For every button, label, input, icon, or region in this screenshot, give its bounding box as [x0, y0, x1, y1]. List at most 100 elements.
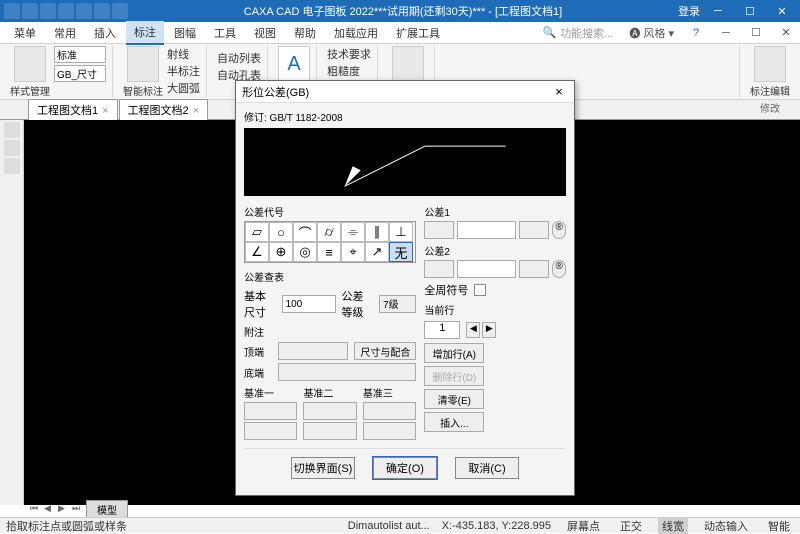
- dialog-close-icon[interactable]: ×: [550, 84, 568, 99]
- qat-icon[interactable]: [40, 3, 56, 19]
- symbol-cell[interactable]: ⌒: [293, 222, 317, 242]
- datum-input[interactable]: [363, 402, 416, 420]
- prev-line-icon[interactable]: ◀: [466, 322, 480, 338]
- allround-checkbox[interactable]: [474, 284, 486, 296]
- grade-select[interactable]: 7级: [379, 295, 416, 313]
- text-icon[interactable]: A: [278, 46, 310, 82]
- curline-input[interactable]: 1: [424, 321, 460, 339]
- ribbon-item[interactable]: 技术要求: [327, 46, 371, 62]
- tol2-prefix[interactable]: [424, 260, 454, 278]
- menu-item[interactable]: 图幅: [166, 22, 204, 44]
- ribbon-item[interactable]: 大圆弧: [167, 80, 200, 96]
- next-line-icon[interactable]: ▶: [482, 322, 496, 338]
- style-manager-icon[interactable]: [14, 46, 46, 82]
- symbol-cell[interactable]: ⌭: [317, 222, 341, 242]
- symbol-cell[interactable]: ∥: [365, 222, 389, 242]
- menu-item[interactable]: 工具: [206, 22, 244, 44]
- login-link[interactable]: 登录: [678, 3, 700, 19]
- qat-icon[interactable]: [22, 3, 38, 19]
- tol2-mod[interactable]: [519, 260, 549, 278]
- minimize-icon[interactable]: ─: [704, 1, 732, 21]
- bottom-note-input[interactable]: [278, 363, 416, 381]
- status-toggle[interactable]: 动态输入: [700, 518, 752, 534]
- ribbon-min-icon[interactable]: ─: [712, 23, 740, 43]
- symbol-cell[interactable]: ⊥: [389, 222, 413, 242]
- symbol-cell[interactable]: ∠: [245, 242, 269, 262]
- help-icon[interactable]: ?: [682, 23, 710, 43]
- tab-nav-last-icon[interactable]: ⏭: [72, 503, 84, 515]
- symbol-cell[interactable]: ↗: [365, 242, 389, 262]
- menu-item[interactable]: 插入: [86, 22, 124, 44]
- status-toggle[interactable]: 屏幕点: [563, 518, 604, 534]
- tab-close-icon[interactable]: ×: [102, 105, 108, 117]
- menu-item[interactable]: 扩展工具: [388, 22, 448, 44]
- tab-nav-prev-icon[interactable]: ◀: [44, 503, 56, 515]
- menu-item[interactable]: 标注: [126, 21, 164, 45]
- doc-tab[interactable]: 工程图文档1×: [28, 99, 118, 120]
- tol1-value[interactable]: [457, 221, 516, 239]
- tol1-prefix[interactable]: [424, 221, 454, 239]
- symbol-cell[interactable]: ⌯: [341, 222, 365, 242]
- menu-item[interactable]: 菜单: [6, 22, 44, 44]
- model-tab[interactable]: 模型: [86, 500, 128, 519]
- add-line-button[interactable]: 增加行(A): [424, 343, 484, 363]
- qat-icon[interactable]: [58, 3, 74, 19]
- cancel-button[interactable]: 取消(C): [455, 457, 519, 479]
- dim-gb-select[interactable]: GB_尺寸: [54, 65, 106, 82]
- side-tool-icon[interactable]: [4, 158, 20, 174]
- datum-input[interactable]: [244, 422, 297, 440]
- status-toggle[interactable]: 智能: [764, 518, 794, 534]
- geo-tol-icon[interactable]: [392, 46, 424, 82]
- close-icon[interactable]: ✕: [768, 1, 796, 21]
- top-note-input[interactable]: [278, 342, 348, 360]
- switch-ui-button[interactable]: 切换界面(S): [291, 457, 355, 479]
- symbol-cell-none[interactable]: 无: [389, 242, 413, 262]
- search-box[interactable]: 🔍功能搜索...: [542, 25, 621, 41]
- clear-button[interactable]: 清零(E): [424, 389, 484, 409]
- side-tool-icon[interactable]: [4, 122, 20, 138]
- status-toggle[interactable]: 正交: [616, 518, 646, 534]
- ribbon-item[interactable]: 自动列表: [217, 50, 261, 66]
- datum-input[interactable]: [244, 402, 297, 420]
- symbol-cell[interactable]: ≡: [317, 242, 341, 262]
- fit-button[interactable]: 尺寸与配合: [354, 342, 416, 360]
- tol1-mod[interactable]: [519, 221, 549, 239]
- ribbon-item[interactable]: 粗糙度: [327, 63, 371, 79]
- ok-button[interactable]: 确定(O): [373, 457, 437, 479]
- dim-style-select[interactable]: 标准: [54, 46, 106, 63]
- tab-close-icon[interactable]: ×: [193, 105, 199, 117]
- style-menu[interactable]: 🅐 风格 ▾: [623, 25, 680, 41]
- status-toggle[interactable]: 线宽: [658, 518, 688, 534]
- qat-icon[interactable]: [112, 3, 128, 19]
- tol2-value[interactable]: [457, 260, 516, 278]
- symbol-cell[interactable]: ⌖: [341, 242, 365, 262]
- insert-button[interactable]: 插入...: [424, 412, 484, 432]
- smart-dim-icon[interactable]: [127, 46, 159, 82]
- del-line-button[interactable]: 删除行(D): [424, 366, 484, 386]
- symbol-cell[interactable]: ▱: [245, 222, 269, 242]
- tab-nav-first-icon[interactable]: ⏮: [30, 503, 42, 515]
- ribbon-close-icon[interactable]: ✕: [772, 23, 800, 43]
- tol1-mat-icon[interactable]: ®: [552, 221, 566, 239]
- ribbon-max-icon[interactable]: ☐: [742, 23, 770, 43]
- ribbon-item[interactable]: 半标注: [167, 63, 200, 79]
- menu-item[interactable]: 加载应用: [326, 22, 386, 44]
- basic-size-input[interactable]: [282, 295, 336, 313]
- maximize-icon[interactable]: ☐: [736, 1, 764, 21]
- symbol-cell[interactable]: ◎: [293, 242, 317, 262]
- tab-nav-next-icon[interactable]: ▶: [58, 503, 70, 515]
- menu-item[interactable]: 常用: [46, 22, 84, 44]
- datum-input[interactable]: [363, 422, 416, 440]
- qat-icon[interactable]: [76, 3, 92, 19]
- symbol-cell[interactable]: ○: [269, 222, 293, 242]
- qat-icon[interactable]: [94, 3, 110, 19]
- datum-input[interactable]: [303, 402, 356, 420]
- menu-item[interactable]: 帮助: [286, 22, 324, 44]
- doc-tab[interactable]: 工程图文档2×: [119, 99, 209, 120]
- side-tool-icon[interactable]: [4, 140, 20, 156]
- dim-edit-icon[interactable]: [754, 46, 786, 82]
- symbol-cell[interactable]: ⊕: [269, 242, 293, 262]
- datum-input[interactable]: [303, 422, 356, 440]
- menu-item[interactable]: 视图: [246, 22, 284, 44]
- qat-icon[interactable]: [4, 3, 20, 19]
